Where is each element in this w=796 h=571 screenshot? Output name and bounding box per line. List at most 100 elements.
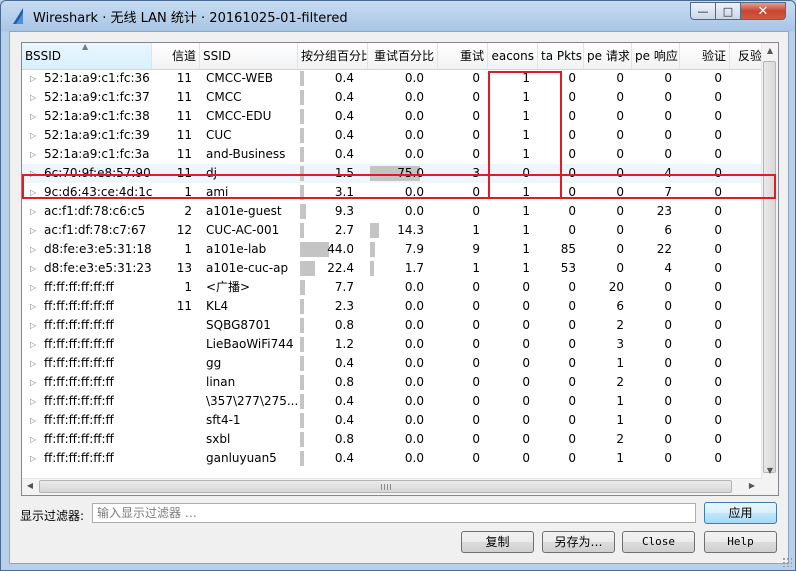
cell-ssid: \357\277\275... bbox=[206, 394, 298, 408]
table-row[interactable]: ▷ff:ff:ff:ff:ff:ffsft4-10.40.00001000 bbox=[22, 411, 770, 430]
col-channel-header[interactable]: 信道 bbox=[152, 43, 200, 69]
col-probe-req-header[interactable]: pe 请求 bbox=[584, 43, 632, 69]
cell-pct-retry: 0.0 bbox=[404, 318, 424, 332]
apply-button[interactable]: 应用 bbox=[704, 502, 777, 524]
col-retry-header[interactable]: 重试 bbox=[438, 43, 488, 69]
cell-probe-req: 0 bbox=[616, 223, 624, 237]
cell-probe-resp: 0 bbox=[664, 299, 672, 313]
cell-ssid: LieBaoWiFi744 bbox=[206, 337, 294, 351]
cell-pct-packets: 0.4 bbox=[334, 413, 354, 427]
col-percent-retry-header[interactable]: 重试百分比 bbox=[368, 43, 438, 69]
cell-probe-resp: 0 bbox=[664, 432, 672, 446]
close-button[interactable]: Close bbox=[622, 531, 695, 553]
col-percent-packets-header[interactable]: 按分组百分比 bbox=[298, 43, 368, 69]
column-header-label: pe 响应 bbox=[635, 49, 678, 63]
table-row[interactable]: ▷52:1a:a9:c1:fc:3911CUC0.40.00100000 bbox=[22, 126, 770, 145]
table-row[interactable]: ▷9c:d6:43:ce:4d:1c1ami3.10.00100700 bbox=[22, 183, 770, 202]
col-probe-resp-header[interactable]: pe 响应 bbox=[632, 43, 680, 69]
col-ssid-header[interactable]: SSID bbox=[200, 43, 298, 69]
cell-ssid: ami bbox=[206, 185, 229, 199]
column-header-label: 验证 bbox=[701, 49, 726, 63]
table-body: ▷ 52:1a:a9:c1:fc:36 11 CMCC-WEB 0.4 0.0 0 1 0 0 0 0… bbox=[22, 69, 770, 481]
cell-pct-packets: 2.3 bbox=[334, 299, 354, 313]
cell-data-pkts: 0 bbox=[568, 185, 576, 199]
vertical-scroll-thumb[interactable] bbox=[763, 61, 776, 473]
table-row[interactable]: ▷ff:ff:ff:ff:ff:ff1<广播>7.70.000020000 bbox=[22, 278, 770, 297]
cell-channel: 1 bbox=[184, 185, 192, 199]
table-row[interactable]: ▷ff:ff:ff:ff:ff:ffSQBG87010.80.00002000 bbox=[22, 316, 770, 335]
save-as-button[interactable]: 另存为… bbox=[542, 531, 615, 553]
horizontal-scroll-thumb[interactable] bbox=[39, 480, 732, 493]
cell-bssid: 52:1a:a9:c1:fc:3a bbox=[44, 147, 150, 161]
cell-auth: 0 bbox=[714, 451, 722, 465]
minimize-icon: — bbox=[697, 4, 709, 18]
table-row[interactable]: ▷ 52:1a:a9:c1:fc:36 11 CMCC-WEB 0.4 0.0 0 1 0 0 0 0… bbox=[22, 69, 770, 88]
cell-auth: 0 bbox=[714, 318, 722, 332]
table-row[interactable]: ▷ ff:ff:ff:ff:ff:ff \357\277\275... 0.4 0.0 0… bbox=[22, 392, 770, 411]
display-filter-input[interactable] bbox=[92, 503, 696, 523]
table-row[interactable]: ▷ff:ff:ff:ff:ff:ffgg0.40.00001000 bbox=[22, 354, 770, 373]
cell-retry: 1 bbox=[472, 261, 480, 275]
close-window-button[interactable]: ✕ bbox=[740, 2, 786, 20]
maximize-button[interactable]: □ bbox=[715, 2, 741, 20]
cell-ssid: a101e-guest bbox=[206, 204, 282, 218]
table-row[interactable]: ▷ ff:ff:ff:ff:ff:ff LieBaoWiFi744 1.2 0.0 0 0 0… bbox=[22, 335, 770, 354]
cell-probe-req: 0 bbox=[616, 242, 624, 256]
cell-channel: 11 bbox=[176, 299, 192, 313]
table-row[interactable]: ▷ d8:fe:e3:e5:31:23 13 a101e-cuc-ap 22.4 1.7 1… bbox=[22, 259, 770, 278]
scroll-left-arrow-icon[interactable]: ◀ bbox=[22, 481, 38, 490]
scroll-right-arrow-icon[interactable]: ▶ bbox=[744, 481, 760, 490]
copy-button[interactable]: 复制 bbox=[461, 531, 534, 553]
table-header: BSSID ▲ 信道 SSID 按分组百分比 重试百分比 重试 eacons ta Pkts pe… bbox=[22, 43, 778, 70]
resize-grip-icon[interactable] bbox=[782, 557, 792, 567]
table-row[interactable]: ▷ff:ff:ff:ff:ff:ffsxbl0.80.00002000 bbox=[22, 430, 770, 449]
cell-beacons: 0 bbox=[522, 356, 530, 370]
table-row[interactable]: ▷ ac:f1:df:78:c7:67 12 CUC-AC-001 2.7 14.3 1 1 0… bbox=[22, 221, 770, 240]
table-row[interactable]: ▷ ff:ff:ff:ff:ff:ff ganluyuan5 0.4 0.0 0 0 0 1 0 0… bbox=[22, 449, 770, 468]
scroll-grip-icon bbox=[380, 484, 391, 490]
cell-probe-req: 2 bbox=[616, 318, 624, 332]
close-icon: ✕ bbox=[757, 3, 769, 19]
cell-retry: 0 bbox=[472, 413, 480, 427]
help-button[interactable]: Help bbox=[704, 531, 777, 553]
title-bar[interactable]: Wireshark · 无线 LAN 统计 · 20161025-01-filt… bbox=[1, 1, 795, 31]
table-row[interactable]: ▷ d8:fe:e3:e5:31:18 1 a101e-lab 44.0 7.9 9 1 85 0… bbox=[22, 240, 770, 259]
table-row[interactable]: ▷ff:ff:ff:ff:ff:fflinan0.80.00002000 bbox=[22, 373, 770, 392]
cell-channel: 1 bbox=[184, 280, 192, 294]
cell-probe-req: 0 bbox=[616, 128, 624, 142]
cell-auth: 0 bbox=[714, 413, 722, 427]
col-beacons-header[interactable]: eacons bbox=[488, 43, 538, 69]
cell-probe-req: 0 bbox=[616, 90, 624, 104]
vertical-scrollbar[interactable]: ▲ ▼ bbox=[761, 43, 778, 495]
table-row[interactable]: ▷ff:ff:ff:ff:ff:ff11KL42.30.00006000 bbox=[22, 297, 770, 316]
scroll-down-arrow-icon[interactable]: ▼ bbox=[762, 466, 778, 475]
cell-retry: 0 bbox=[472, 204, 480, 218]
cell-ssid: sxbl bbox=[206, 432, 231, 446]
cell-bssid: ff:ff:ff:ff:ff:ff bbox=[44, 337, 114, 351]
col-auth-header[interactable]: 验证 bbox=[680, 43, 730, 69]
table-row[interactable]: ▷ ac:f1:df:78:c6:c5 2 a101e-guest 9.3 0.0 0 1 0 0… bbox=[22, 202, 770, 221]
cell-pct-retry: 0.0 bbox=[404, 90, 424, 104]
cell-pct-packets: 7.7 bbox=[334, 280, 354, 294]
table-row[interactable]: ▷ 52:1a:a9:c1:fc:3a 11 and-Business 0.4 0.0 0 1… bbox=[22, 145, 770, 164]
cell-beacons: 1 bbox=[522, 128, 530, 142]
cell-probe-req: 3 bbox=[616, 337, 624, 351]
cell-ssid: a101e-lab bbox=[206, 242, 267, 256]
col-data-pkts-header[interactable]: ta Pkts bbox=[538, 43, 584, 69]
cell-retry: 9 bbox=[472, 242, 480, 256]
horizontal-scrollbar[interactable]: ◀ ▶ bbox=[22, 478, 762, 495]
column-header-label: 重试 bbox=[459, 49, 484, 63]
cell-ssid: CMCC-EDU bbox=[206, 109, 272, 123]
cell-bssid: 6c:70:9f:e8:57:90 bbox=[44, 166, 151, 180]
cell-beacons: 1 bbox=[522, 185, 530, 199]
cell-probe-resp: 0 bbox=[664, 451, 672, 465]
minimize-button[interactable]: — bbox=[690, 2, 716, 20]
table-row[interactable]: ▷6c:70:9f:e8:57:9011dj1.575.03000400 bbox=[22, 164, 770, 183]
cell-retry: 0 bbox=[472, 71, 480, 85]
col-bssid-header[interactable]: BSSID ▲ bbox=[22, 43, 152, 69]
table-row[interactable]: ▷52:1a:a9:c1:fc:3711CMCC0.40.00100000 bbox=[22, 88, 770, 107]
cell-data-pkts: 0 bbox=[568, 204, 576, 218]
scroll-up-arrow-icon[interactable]: ▲ bbox=[762, 46, 778, 55]
cell-bssid: 52:1a:a9:c1:fc:39 bbox=[44, 128, 150, 142]
table-row[interactable]: ▷ 52:1a:a9:c1:fc:38 11 CMCC-EDU 0.4 0.0 0 1 0 0 0 0… bbox=[22, 107, 770, 126]
